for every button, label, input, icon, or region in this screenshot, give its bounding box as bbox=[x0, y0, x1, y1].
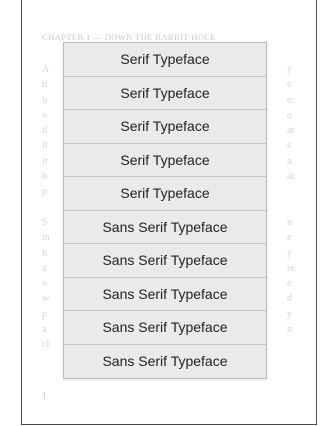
text-fragment: b bbox=[42, 94, 47, 106]
text-fragment: o: bbox=[287, 94, 295, 106]
menu-item-serif-typeface[interactable]: Serif Typeface bbox=[64, 110, 266, 144]
page-text-right-edge: y e o: o at s a at n e y re e d y n bbox=[287, 62, 295, 353]
menu-item-sans-serif-typeface[interactable]: Sans Serif Typeface bbox=[64, 345, 266, 379]
text-fragment bbox=[42, 200, 50, 215]
text-fragment: y bbox=[287, 247, 292, 259]
text-fragment: tl bbox=[42, 125, 48, 137]
text-fragment: y bbox=[287, 64, 292, 75]
text-fragment: p bbox=[42, 186, 47, 198]
text-fragment: e bbox=[287, 278, 292, 290]
text-fragment: ir bbox=[42, 155, 49, 167]
menu-item-serif-typeface[interactable]: Serif Typeface bbox=[64, 144, 266, 177]
text-fragment: cl bbox=[42, 339, 50, 351]
text-fragment: at bbox=[287, 171, 295, 183]
menu-item-serif-typeface[interactable]: Serif Typeface bbox=[64, 43, 266, 77]
menu-item-sans-serif-typeface[interactable]: Sans Serif Typeface bbox=[64, 244, 266, 278]
menu-item-sans-serif-typeface[interactable]: Sans Serif Typeface bbox=[64, 311, 266, 345]
text-fragment: re bbox=[287, 262, 295, 274]
text-fragment: n bbox=[287, 324, 292, 336]
chapter-header: CHAPTER 1 — DOWN THE RABBIT-HOLE bbox=[42, 32, 216, 42]
text-fragment: o bbox=[287, 109, 292, 121]
text-fragment: at bbox=[287, 125, 295, 137]
text-fragment: e bbox=[287, 232, 292, 244]
text-fragment: h bbox=[42, 247, 47, 259]
text-fragment: a bbox=[42, 262, 47, 274]
text-fragment bbox=[287, 184, 295, 199]
text-fragment bbox=[287, 200, 295, 215]
text-fragment: s bbox=[287, 140, 291, 152]
menu-item-serif-typeface[interactable]: Serif Typeface bbox=[64, 77, 266, 110]
text-fragment bbox=[287, 337, 295, 352]
text-fragment: A bbox=[42, 64, 50, 75]
menu-item-serif-typeface[interactable]: Serif Typeface bbox=[64, 177, 266, 211]
text-fragment: S bbox=[42, 216, 48, 228]
text-fragment: it bbox=[42, 140, 48, 152]
text-fragment: a bbox=[42, 324, 47, 336]
typeface-menu: Serif Typeface Serif Typeface Serif Type… bbox=[63, 42, 267, 379]
text-fragment: e bbox=[287, 79, 292, 91]
menu-item-sans-serif-typeface[interactable]: Sans Serif Typeface bbox=[64, 278, 266, 311]
text-fragment: o bbox=[42, 278, 47, 290]
text-fragment: d bbox=[287, 293, 292, 305]
text-fragment: ti bbox=[42, 79, 48, 91]
text-fragment: n bbox=[287, 216, 292, 228]
page-text-left-edge: A ti b o tl it ir b p S m h a o w p a cl bbox=[42, 62, 50, 353]
text-fragment: p bbox=[42, 308, 47, 320]
text-fragment: a bbox=[287, 155, 292, 167]
page-number: 1 bbox=[42, 391, 47, 402]
text-fragment: w bbox=[42, 293, 50, 305]
text-fragment: b bbox=[42, 171, 47, 183]
text-fragment: o bbox=[42, 109, 47, 121]
text-fragment: y bbox=[287, 308, 292, 320]
text-fragment: m bbox=[42, 232, 50, 244]
menu-item-sans-serif-typeface[interactable]: Sans Serif Typeface bbox=[64, 211, 266, 244]
